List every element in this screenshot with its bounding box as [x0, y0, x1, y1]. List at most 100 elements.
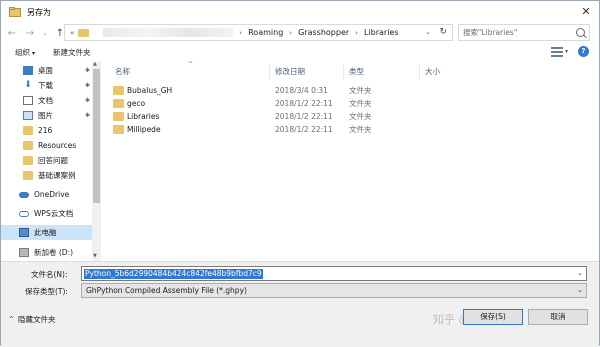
address-dropdown-icon[interactable]: ⌄ — [425, 28, 431, 36]
organize-menu[interactable]: 组织 ▾ — [15, 47, 35, 58]
pc-icon — [19, 228, 29, 237]
folder-icon — [113, 85, 124, 95]
sidebar-item-wps-cloud[interactable]: WPS云文档 — [1, 206, 92, 221]
column-header-name[interactable]: 名称 — [115, 66, 130, 77]
window-title: 另存为 — [27, 7, 51, 17]
sidebar-item-label: 图片 — [38, 111, 53, 120]
chevron-down-icon[interactable]: ⌄ — [577, 286, 583, 294]
address-bar[interactable]: « › Roaming › Grasshopper › Libraries ⌄ … — [64, 24, 453, 41]
pin-icon[interactable]: ✱ — [85, 82, 90, 89]
file-modified: 2018/1/2 22:11 — [275, 98, 333, 108]
sidebar-item-desktop[interactable]: 桌面 ✱ — [1, 63, 92, 78]
filename-value[interactable]: Python_5b6d2990484b424c842fe48b9bfbd7c9 — [84, 269, 263, 279]
file-type: 文件夹 — [349, 85, 372, 95]
download-icon: ⬇ — [24, 80, 32, 90]
sidebar-item-label: 216 — [38, 126, 53, 135]
column-header-modified[interactable]: 修改日期 — [275, 66, 305, 77]
sidebar-item-label: 桌面 — [38, 66, 53, 75]
navigation-pane: 桌面 ✱ ⬇ 下载 ✱ 文档 ✱ 图片 ✱ 216 Resources 回答问题 基础课案… — [1, 61, 101, 261]
search-icon — [576, 28, 585, 37]
column-divider[interactable] — [269, 65, 270, 79]
file-row[interactable]: geco 2018/1/2 22:11 文件夹 — [113, 96, 413, 110]
sidebar-item-label: 回答问题 — [38, 156, 68, 165]
sidebar-item-answers[interactable]: 回答问题 — [1, 153, 92, 168]
refresh-icon[interactable]: ↻ — [439, 27, 447, 37]
file-name: Bubalus_GH — [127, 85, 173, 95]
file-modified: 2018/1/2 22:11 — [275, 124, 333, 134]
sidebar-item-label: 下载 — [38, 81, 53, 90]
sidebar-item-label: 基础课案例 — [38, 171, 76, 180]
file-list: ^ 名称 修改日期 类型 大小 Bubalus_GH 2018/3/4 0:31 文… — [103, 61, 599, 261]
drive-icon — [19, 248, 29, 257]
close-button[interactable]: ✕ — [579, 5, 593, 19]
filetype-label: 保存类型(T): — [25, 287, 68, 296]
breadcrumb-libraries[interactable]: Libraries — [364, 28, 399, 37]
breadcrumb-separator-icon: › — [289, 28, 293, 37]
folder-icon — [78, 28, 90, 37]
sidebar-item-drive-d[interactable]: 新加卷 (D:) — [1, 245, 92, 260]
sidebar-scrollbar[interactable]: ▲ ▼ — [92, 61, 101, 261]
pin-icon[interactable]: ✱ — [85, 97, 90, 104]
new-folder-button[interactable]: 新建文件夹 — [53, 47, 91, 58]
sidebar-item-label: 文档 — [38, 96, 53, 105]
pin-icon[interactable]: ✱ — [85, 112, 90, 119]
folder-icon — [113, 111, 124, 121]
sidebar-item-resources[interactable]: Resources — [1, 138, 92, 153]
help-icon[interactable]: ? — [578, 46, 589, 57]
recent-locations-dropdown[interactable]: ⌄ — [41, 26, 49, 40]
sidebar-item-this-pc[interactable]: 此电脑 — [1, 225, 92, 240]
back-button[interactable]: ← — [5, 26, 19, 40]
breadcrumb-separator-icon: › — [355, 28, 358, 37]
filetype-value: GhPython Compiled Assembly File (*.ghpy) — [86, 286, 247, 295]
address-row: ← → ⌄ ↑ « › Roaming › Grasshopper › Libr… — [1, 23, 599, 43]
filetype-select[interactable]: GhPython Compiled Assembly File (*.ghpy)… — [81, 283, 587, 298]
file-modified: 2018/1/2 22:11 — [275, 111, 333, 121]
sidebar-item-pictures[interactable]: 图片 ✱ — [1, 108, 92, 123]
chevron-down-icon[interactable]: ⌄ — [577, 269, 583, 277]
sidebar-item-downloads[interactable]: ⬇ 下载 ✱ — [1, 78, 92, 93]
chevron-down-icon[interactable]: ▾ — [565, 48, 568, 55]
organize-label: 组织 — [15, 47, 30, 57]
forward-button[interactable]: → — [23, 26, 37, 40]
file-name: Libraries — [127, 111, 160, 121]
sidebar-item-label: OneDrive — [34, 190, 70, 199]
hide-folders-toggle[interactable]: ^ 隐藏文件夹 — [9, 314, 56, 325]
search-placeholder: 搜索"Libraries" — [463, 28, 518, 37]
breadcrumb-separator-icon: › — [239, 28, 243, 37]
view-options-icon[interactable] — [550, 46, 563, 57]
file-row[interactable]: Bubalus_GH 2018/3/4 0:31 文件夹 — [113, 83, 413, 97]
file-name: Millipede — [127, 124, 161, 134]
sidebar-item-label: 新加卷 (D:) — [34, 248, 74, 257]
file-type: 文件夹 — [349, 124, 372, 134]
address-overflow-icon[interactable]: « — [70, 29, 74, 37]
folder-icon — [23, 126, 33, 135]
column-header-size[interactable]: 大小 — [425, 66, 440, 77]
sidebar-item-onedrive[interactable]: OneDrive — [1, 187, 92, 202]
file-name: geco — [127, 98, 146, 108]
folder-icon — [113, 98, 124, 108]
sidebar-item-course-cases[interactable]: 基础课案例 — [1, 168, 92, 183]
column-divider[interactable] — [343, 65, 344, 79]
save-as-dialog: 另存为 ✕ ← → ⌄ ↑ « › Roaming › Grasshopper … — [0, 0, 600, 347]
column-header-type[interactable]: 类型 — [349, 66, 364, 77]
filename-field[interactable]: Python_5b6d2990484b424c842fe48b9bfbd7c9 … — [81, 266, 587, 281]
toolbar: 组织 ▾ 新建文件夹 ▾ ? — [1, 43, 599, 61]
sidebar-item-216[interactable]: 216 — [1, 123, 92, 138]
sidebar-item-documents[interactable]: 文档 ✱ — [1, 93, 92, 108]
save-button[interactable]: 保存(S) — [463, 309, 523, 325]
wps-cloud-icon — [19, 210, 29, 217]
scroll-down-icon[interactable]: ▼ — [93, 253, 97, 259]
cancel-button[interactable]: 取消 — [528, 309, 588, 325]
file-type: 文件夹 — [349, 111, 372, 121]
save-options-panel: 文件名(N): Python_5b6d2990484b424c842fe48b9… — [1, 261, 599, 347]
column-divider[interactable] — [419, 65, 420, 79]
breadcrumb-roaming[interactable]: Roaming — [248, 28, 283, 37]
title-bar: 另存为 ✕ — [1, 1, 599, 23]
search-input[interactable]: 搜索"Libraries" — [458, 24, 590, 41]
scrollbar-thumb[interactable] — [93, 69, 100, 203]
file-row[interactable]: Millipede 2018/1/2 22:11 文件夹 — [113, 122, 413, 136]
file-row[interactable]: Libraries 2018/1/2 22:11 文件夹 — [113, 109, 413, 123]
scroll-up-icon[interactable]: ▲ — [93, 61, 97, 67]
breadcrumb-grasshopper[interactable]: Grasshopper — [298, 28, 349, 37]
pin-icon[interactable]: ✱ — [85, 67, 90, 74]
